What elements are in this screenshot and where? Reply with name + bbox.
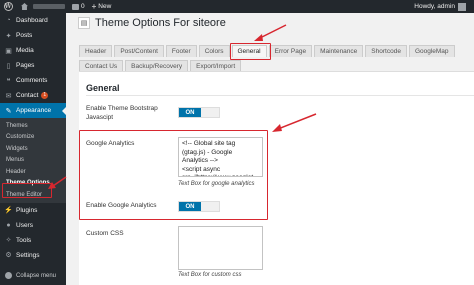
annotation-arrow-analytics (272, 113, 317, 132)
sidebar-item-label: Tools (16, 236, 32, 244)
tab-googlemap[interactable]: GoogleMap (408, 45, 455, 57)
section-title: General (86, 83, 120, 93)
plug-icon: ⚡ (4, 207, 13, 214)
notification-badge: 1 (41, 92, 49, 99)
media-icon: ▣ (5, 47, 12, 55)
new-content-link[interactable]: + New (92, 2, 112, 11)
admin-bar: W 0 + New Howdy, admin (0, 0, 474, 13)
submenu-item-customize[interactable]: Customize (0, 132, 66, 144)
comment-bubble-icon (72, 3, 79, 10)
annotation-arrow-theme-options (48, 176, 67, 189)
submenu-item-menus[interactable]: Menus (0, 155, 66, 167)
bootstrap-toggle[interactable]: ON (178, 107, 220, 118)
bootstrap-label: Enable Theme Bootstrap Javascipt (86, 105, 158, 121)
wordpress-logo-icon[interactable]: W (0, 0, 16, 13)
custom-css-help: Text Box for custom css (178, 272, 242, 278)
sidebar-item-label: Dashboard (16, 17, 48, 24)
sidebar-item-label: Settings (16, 251, 40, 259)
sidebar-item-tools[interactable]: ✧ Tools (0, 233, 66, 248)
sidebar-item-label: Media (16, 47, 34, 54)
theme-options-icon: ▤ (78, 17, 90, 29)
collapse-icon (5, 272, 12, 279)
tab-colors[interactable]: Colors (198, 45, 230, 57)
home-icon[interactable] (20, 3, 29, 10)
sidebar-item-label: Plugins (16, 206, 38, 214)
page-icon: ▯ (6, 62, 11, 70)
tab-error-page[interactable]: Error Page (268, 45, 313, 57)
tab-maintenance[interactable]: Maintenance (314, 45, 364, 57)
settings-icon: ⚙ (5, 252, 12, 259)
brush-icon: ✎ (5, 107, 12, 115)
tab-post-content[interactable]: Post/Content (114, 45, 164, 57)
page-header: ▤ Theme Options For siteore (78, 17, 226, 29)
site-name-redacted[interactable] (33, 4, 65, 9)
mail-icon: ✉ (5, 92, 12, 100)
comments-link[interactable]: 0 (72, 3, 85, 10)
annotation-arrow-general (254, 24, 287, 41)
annotation-box-google-analytics (79, 130, 268, 220)
pin-icon: ✦ (5, 32, 12, 40)
custom-css-textarea[interactable] (178, 226, 263, 270)
account-menu[interactable]: Howdy, admin (414, 0, 466, 13)
sidebar-item-users[interactable]: ● Users (0, 218, 66, 233)
sidebar-item-posts[interactable]: ✦ Posts (0, 28, 66, 43)
tab-header[interactable]: Header (79, 45, 113, 57)
sidebar-item-label: Contact (16, 92, 39, 99)
sidebar-item-label: Pages (16, 62, 35, 69)
admin-sidebar: ◔ Dashboard ✦ Posts ▣ Media ▯ Pages ❝ Comments ✉ Co… (0, 13, 66, 285)
submenu-item-widgets[interactable]: Widgets (0, 143, 66, 155)
sidebar-item-plugins[interactable]: ⚡ Plugins (0, 203, 66, 218)
divider (86, 95, 474, 96)
collapse-menu-button[interactable]: Collapse menu (5, 272, 56, 279)
annotation-box-general-tab (230, 43, 271, 60)
annotation-box-theme-options (2, 183, 52, 198)
avatar (458, 2, 466, 11)
user-icon: ● (6, 221, 11, 229)
sidebar-item-label: Users (16, 221, 33, 229)
sidebar-item-contact[interactable]: ✉ Contact 1 (0, 88, 66, 103)
sidebar-item-label: Comments (16, 77, 48, 84)
sidebar-item-media[interactable]: ▣ Media (0, 43, 66, 58)
sidebar-item-label: Posts (16, 32, 33, 39)
tab-shortcode[interactable]: Shortcode (365, 45, 407, 57)
custom-css-label: Custom CSS (86, 230, 124, 237)
dashboard-icon: ◔ (6, 17, 11, 24)
wrench-icon: ✧ (5, 237, 12, 244)
sidebar-item-dashboard[interactable]: ◔ Dashboard (0, 13, 66, 28)
tab-footer[interactable]: Footer (165, 45, 197, 57)
sidebar-item-settings[interactable]: ⚙ Settings (0, 248, 66, 263)
sidebar-item-appearance[interactable]: ✎ Appearance (0, 103, 66, 118)
plus-icon: + (91, 2, 97, 11)
sidebar-item-comments[interactable]: ❝ Comments (0, 73, 66, 88)
comment-icon: ❝ (6, 77, 11, 85)
page-title: Theme Options For siteore (95, 17, 226, 29)
submenu-item-themes[interactable]: Themes (0, 120, 66, 132)
sidebar-item-pages[interactable]: ▯ Pages (0, 58, 66, 73)
